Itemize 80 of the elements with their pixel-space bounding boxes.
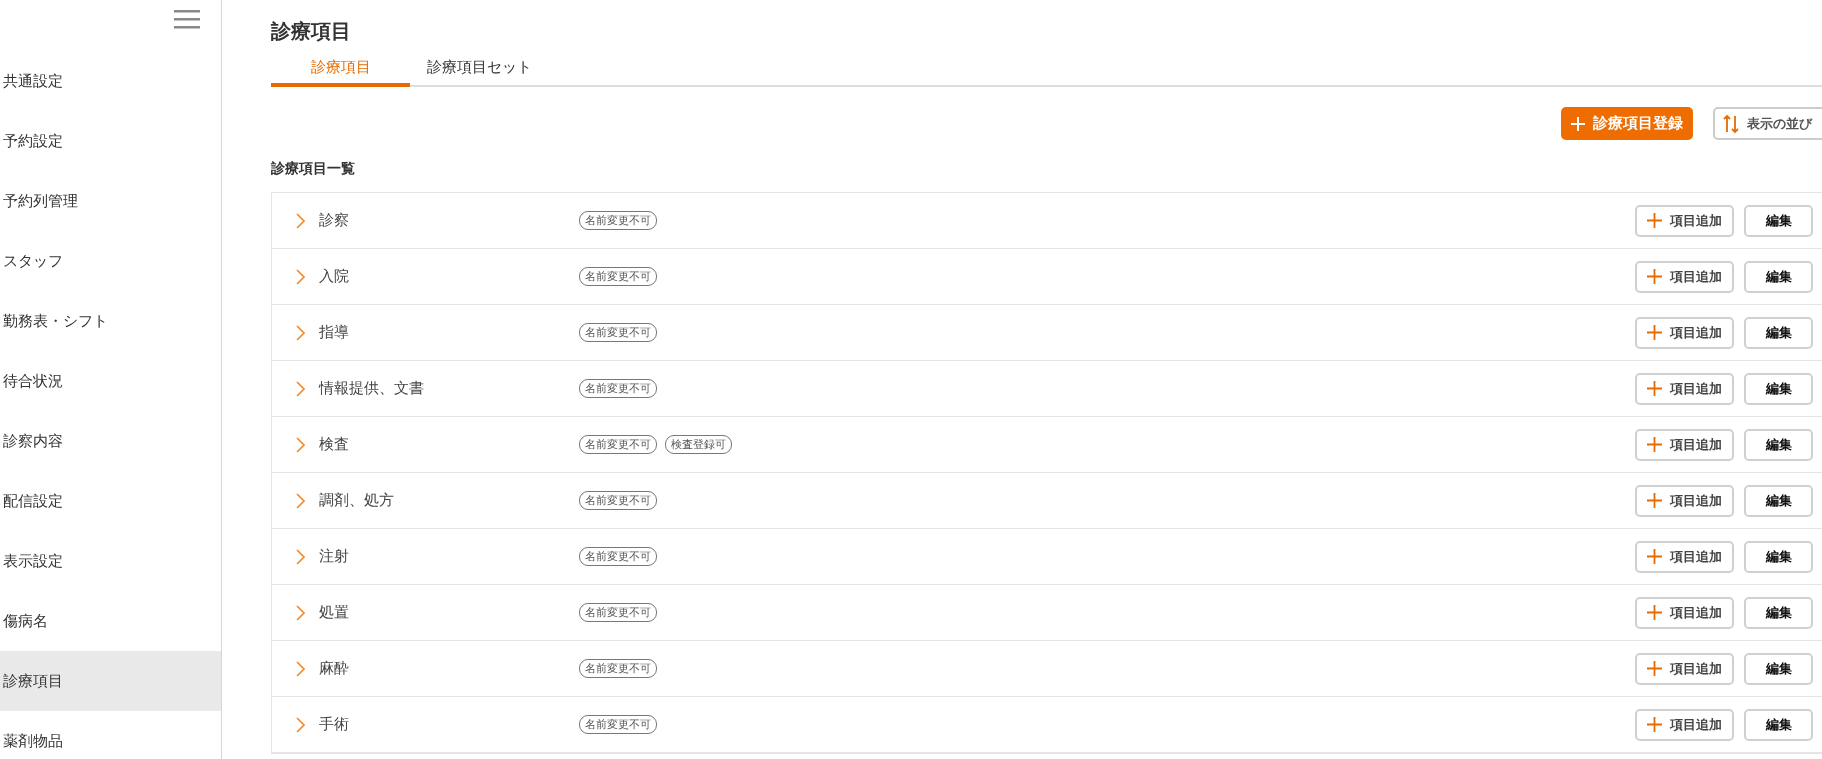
plus-icon (1647, 717, 1662, 732)
sidebar-item[interactable]: 診療項目 (0, 651, 221, 711)
add-item-button[interactable]: 項目追加 (1635, 204, 1734, 237)
tag: 名前変更不可 (579, 547, 657, 566)
item-name: 注射 (319, 547, 350, 566)
add-item-button[interactable]: 項目追加 (1635, 484, 1734, 517)
edit-button[interactable]: 編集 (1744, 372, 1813, 405)
sort-arrows-icon (1723, 113, 1739, 134)
tag: 名前変更不可 (579, 379, 657, 398)
tag: 名前変更不可 (579, 491, 657, 510)
plus-icon (1647, 269, 1662, 284)
item-name: 指導 (319, 323, 350, 342)
add-item-button[interactable]: 項目追加 (1635, 316, 1734, 349)
plus-icon (1647, 493, 1662, 508)
plus-icon (1647, 605, 1662, 620)
add-item-button[interactable]: 項目追加 (1635, 708, 1734, 741)
plus-icon (1647, 661, 1662, 676)
item-name: 処置 (319, 603, 350, 622)
sort-button[interactable]: 表示の並び (1713, 107, 1822, 140)
sidebar-item[interactable]: 共通設定 (0, 51, 221, 111)
item-name: 情報提供、文書 (319, 379, 425, 398)
chevron-icon[interactable] (296, 212, 305, 229)
chevron-icon[interactable] (296, 436, 305, 453)
item-name: 入院 (319, 267, 350, 286)
tag: 名前変更不可 (579, 211, 657, 230)
edit-button[interactable]: 編集 (1744, 260, 1813, 293)
menu-icon[interactable] (174, 9, 200, 29)
edit-button[interactable]: 編集 (1744, 708, 1813, 741)
edit-button[interactable]: 編集 (1744, 652, 1813, 685)
tag: 検査登録可 (665, 435, 732, 454)
chevron-icon[interactable] (296, 604, 305, 621)
sidebar-item[interactable]: 表示設定 (0, 531, 221, 591)
plus-icon (1647, 381, 1662, 396)
plus-icon (1647, 213, 1662, 228)
add-item-button[interactable]: 項目追加 (1635, 428, 1734, 461)
tag: 名前変更不可 (579, 267, 657, 286)
tag: 名前変更不可 (579, 715, 657, 734)
tag: 名前変更不可 (579, 435, 657, 454)
plus-icon (1647, 325, 1662, 340)
add-item-button[interactable]: 項目追加 (1635, 596, 1734, 629)
chevron-icon[interactable] (296, 660, 305, 677)
edit-button[interactable]: 編集 (1744, 316, 1813, 349)
sidebar-item[interactable]: 予約列管理 (0, 171, 221, 231)
list-title: 診療項目一覧 (271, 160, 356, 178)
plus-icon (1647, 437, 1662, 452)
edit-button[interactable]: 編集 (1744, 204, 1813, 237)
chevron-icon[interactable] (296, 492, 305, 509)
page-title: 診療項目 (271, 18, 352, 45)
add-item-button[interactable]: 項目追加 (1635, 260, 1734, 293)
item-name: 検査 (319, 435, 350, 454)
sidebar-item[interactable]: スタッフ (0, 231, 221, 291)
sidebar-item[interactable]: 配信設定 (0, 471, 221, 531)
edit-button[interactable]: 編集 (1744, 484, 1813, 517)
chevron-icon[interactable] (296, 268, 305, 285)
plus-icon (1571, 116, 1585, 131)
chevron-icon[interactable] (296, 324, 305, 341)
add-item-button[interactable]: 項目追加 (1635, 540, 1734, 573)
sidebar-item[interactable]: 傷病名 (0, 591, 221, 651)
plus-icon (1647, 549, 1662, 564)
tab[interactable]: 診療項目セット (410, 58, 549, 87)
edit-button[interactable]: 編集 (1744, 428, 1813, 461)
sidebar-item[interactable]: 診察内容 (0, 411, 221, 471)
edit-button[interactable]: 編集 (1744, 540, 1813, 573)
item-name: 麻酔 (319, 659, 350, 678)
item-name: 調剤、処方 (319, 491, 395, 510)
item-name: 診察 (319, 211, 350, 230)
sidebar-item[interactable]: 勤務表・シフト (0, 291, 221, 351)
add-item-button[interactable]: 項目追加 (1635, 652, 1734, 685)
sidebar-item[interactable]: 待合状況 (0, 351, 221, 411)
sidebar-item[interactable]: 予約設定 (0, 111, 221, 171)
tag: 名前変更不可 (579, 603, 657, 622)
add-item-button[interactable]: 項目追加 (1635, 372, 1734, 405)
sidebar-item[interactable]: 薬剤物品 (0, 711, 221, 759)
chevron-icon[interactable] (296, 716, 305, 733)
tag: 名前変更不可 (579, 659, 657, 678)
chevron-icon[interactable] (296, 548, 305, 565)
edit-button[interactable]: 編集 (1744, 596, 1813, 629)
tag: 名前変更不可 (579, 323, 657, 342)
item-name: 手術 (319, 715, 350, 734)
chevron-icon[interactable] (296, 380, 305, 397)
